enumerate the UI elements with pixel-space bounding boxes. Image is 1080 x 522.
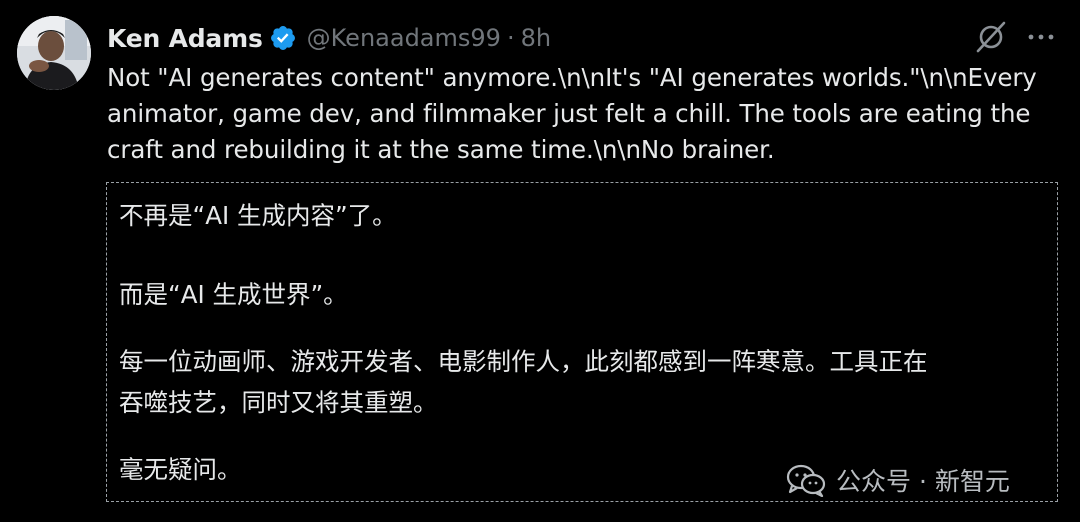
translation-box: 不再是“AI 生成内容”了。 而是“AI 生成世界”。 每一位动画师、游戏开发者…	[106, 182, 1058, 502]
verified-badge-icon	[270, 26, 295, 50]
author-name[interactable]: Ken Adams	[107, 24, 263, 53]
avatar[interactable]	[17, 16, 91, 90]
more-horizontal-icon[interactable]	[1026, 25, 1056, 49]
tweet-text-line: Not "AI generates content" anymore.\n\nI…	[107, 63, 1037, 92]
separator-dot: ·	[506, 24, 515, 52]
post-time[interactable]: 8h	[521, 24, 551, 52]
wechat-icon	[786, 464, 826, 497]
watermark: 公众号 · 新智元	[786, 462, 1010, 498]
watermark-text: 公众号 · 新智元	[836, 467, 1010, 496]
author-handle[interactable]: @Kenaadams99	[307, 24, 501, 52]
avatar-photo	[17, 16, 91, 90]
grok-slash-icon[interactable]	[974, 20, 1008, 54]
translation-line: 不再是“AI 生成内容”了。	[119, 201, 397, 230]
translation-line: 而是“AI 生成世界”。	[119, 280, 348, 309]
translation-line: 毫无疑问。	[119, 455, 242, 484]
tweet-text-line: animator, game dev, and filmmaker just f…	[107, 99, 1031, 128]
tweet-text: Not "AI generates content" anymore.\n\nI…	[107, 60, 1057, 168]
translation-line: 吞噬技艺，同时又将其重塑。	[119, 388, 438, 417]
tweet-text-line: craft and rebuilding it at the same time…	[107, 135, 775, 164]
tweet-header: Ken Adams @Kenaadams99 · 8h	[107, 20, 551, 56]
translation-line: 每一位动画师、游戏开发者、电影制作人，此刻都感到一阵寒意。工具正在	[119, 347, 928, 376]
